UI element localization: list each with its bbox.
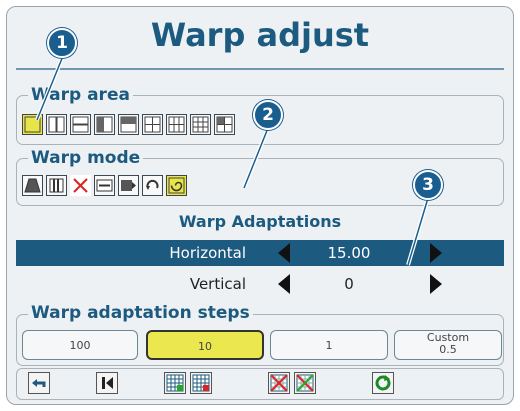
callout-3: 3 — [413, 170, 443, 200]
callout-2: 2 — [253, 100, 283, 130]
callout-leader-lines — [35, 55, 430, 266]
callout-1: 1 — [47, 28, 77, 58]
